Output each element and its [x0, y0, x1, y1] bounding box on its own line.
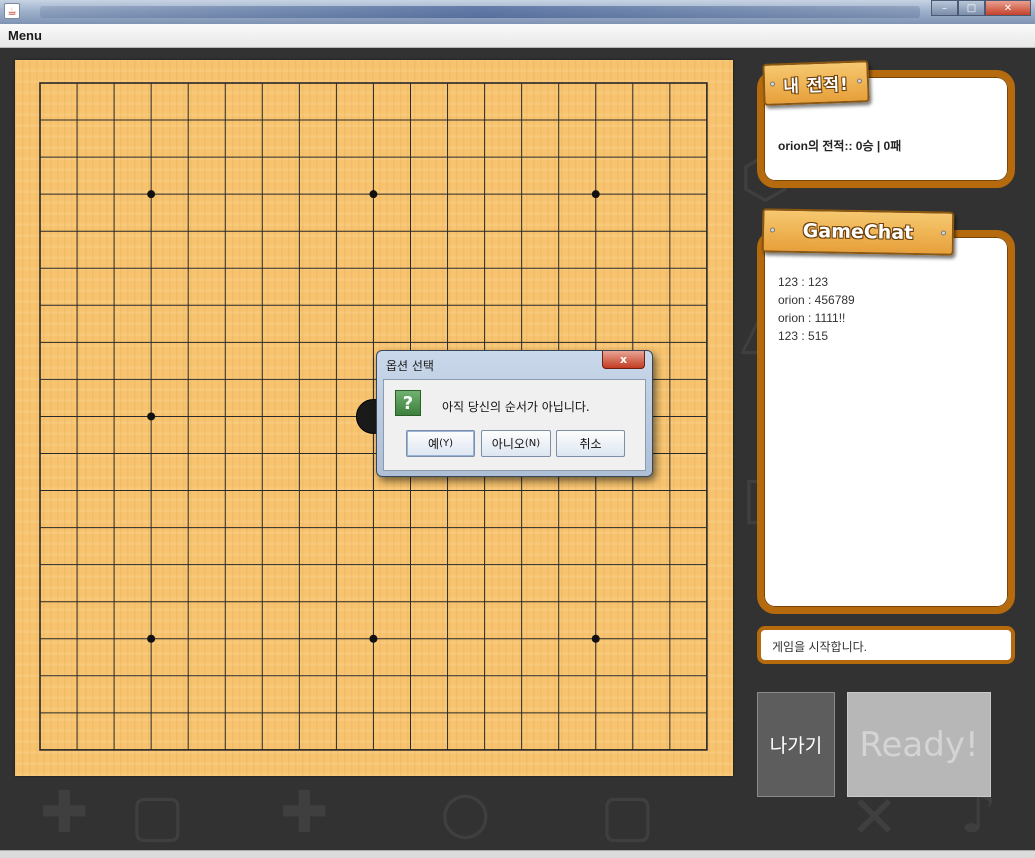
dialog-title: 옵션 선택: [386, 359, 434, 373]
record-sign: 내 전적!: [762, 60, 870, 106]
chat-message: 123 : 515: [778, 329, 829, 343]
exit-button[interactable]: 나가기: [757, 692, 835, 797]
no-label: 아니오: [491, 437, 525, 451]
yes-mnemonic: (Y): [439, 438, 453, 449]
titlebar-glass: [40, 6, 920, 18]
star-point: [147, 412, 156, 421]
chat-messages: 123 : 123 orion : 456789 orion : 1111!! 123…: [778, 273, 855, 345]
controller-pattern-icon: ✚: [280, 778, 329, 846]
window-controls: – □ ✕: [931, 0, 1031, 16]
maximize-button[interactable]: □: [958, 0, 985, 16]
star-point: [147, 634, 156, 643]
yes-button[interactable]: 예 (Y): [406, 430, 475, 457]
chat-input[interactable]: 게임을 시작합니다.: [757, 626, 1015, 664]
star-point: [147, 190, 156, 199]
nail-icon: [769, 227, 776, 233]
chat-message: orion : 1111!!: [778, 311, 846, 325]
dialog-message: 아직 당신의 순서가 아닙니다.: [442, 400, 590, 414]
chat-message: 123 : 123: [778, 275, 829, 289]
record-sign-label: 내 전적!: [782, 74, 850, 97]
nail-icon: [856, 78, 863, 84]
record-text: orion의 전적:: 0승 | 0패: [778, 139, 902, 153]
cancel-button[interactable]: 취소: [556, 430, 625, 457]
close-window-button[interactable]: ✕: [985, 0, 1031, 16]
star-point: [369, 190, 378, 199]
chat-input-value: 게임을 시작합니다.: [772, 640, 867, 654]
circle-pattern-icon: ○: [440, 778, 491, 846]
chat-panel: 123 : 123 orion : 456789 orion : 1111!! 123…: [757, 230, 1015, 614]
no-button[interactable]: 아니오 (N): [481, 430, 551, 457]
yes-label: 예: [428, 437, 440, 451]
dialog-body: ? 아직 당신의 순서가 아닙니다. 예 (Y) 아니오 (N) 취소: [383, 379, 646, 471]
chat-message: orion : 456789: [778, 293, 855, 307]
menubar: Menu: [0, 24, 1035, 48]
nail-icon: [769, 81, 776, 87]
no-mnemonic: (N): [524, 438, 541, 449]
star-point: [591, 190, 600, 199]
chat-sign-label: GameChat: [802, 220, 914, 244]
star-point: [591, 634, 600, 643]
nail-icon: [940, 230, 947, 236]
ready-button[interactable]: Ready!: [847, 692, 991, 797]
minimize-button[interactable]: –: [931, 0, 958, 16]
window-bottom-border: [0, 850, 1035, 858]
java-app-icon: ☕: [4, 3, 20, 19]
menu-item-menu[interactable]: Menu: [8, 28, 42, 43]
window-titlebar: ☕ – □ ✕: [0, 0, 1035, 24]
question-icon: ?: [395, 390, 421, 416]
controller-pattern-icon: ✚: [40, 778, 89, 846]
option-dialog: 옵션 선택 x ? 아직 당신의 순서가 아닙니다. 예 (Y) 아니오 (N) 취…: [376, 350, 653, 477]
dialog-close-button[interactable]: x: [602, 351, 645, 369]
square-pattern-icon: ▢: [600, 781, 655, 849]
chat-sign: GameChat: [761, 208, 955, 256]
star-point: [369, 634, 378, 643]
square-pattern-icon: ▢: [130, 781, 185, 849]
